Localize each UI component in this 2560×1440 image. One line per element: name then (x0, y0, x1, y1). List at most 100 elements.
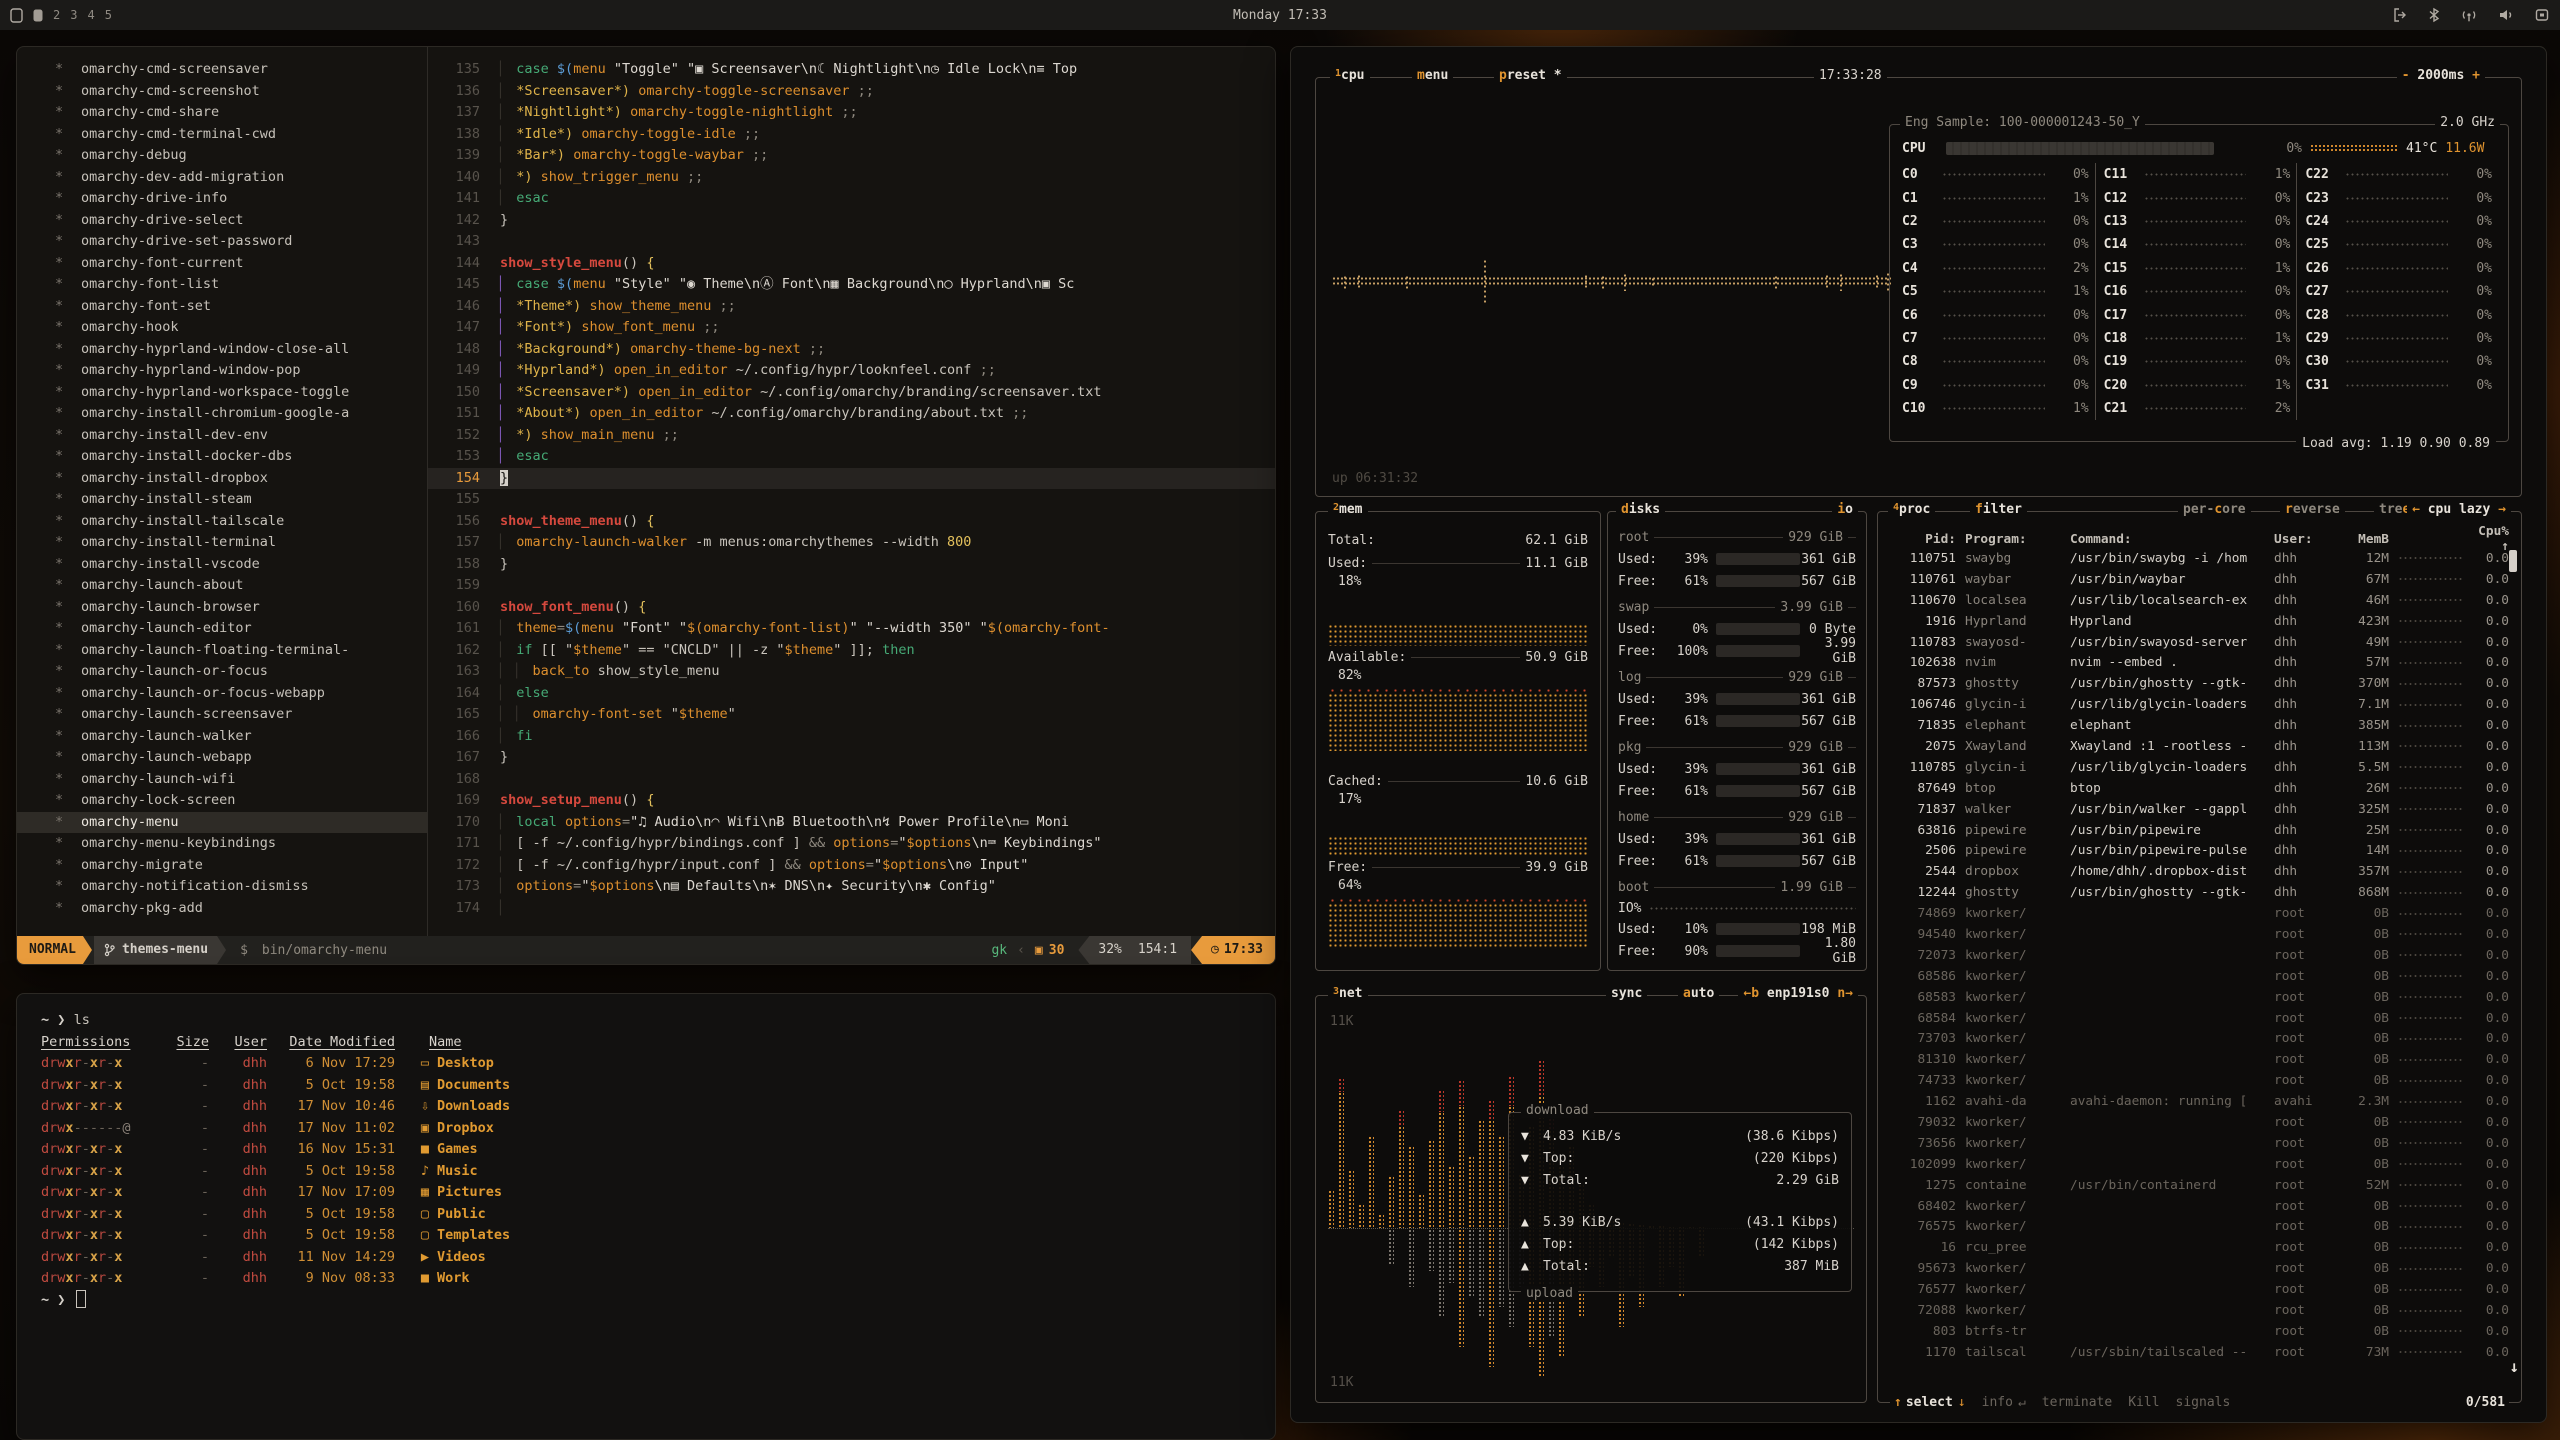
file-item[interactable]: *omarchy-hook (17, 317, 427, 339)
code-line[interactable]: 151▏ *About*) open_in_editor ~/.config/o… (428, 403, 1275, 425)
code-line[interactable]: 158} (428, 554, 1275, 576)
process-row[interactable]: 76577kworker/root0B0.0 (1892, 1279, 2509, 1300)
code-line[interactable]: 171▏ [ -f ~/.config/hypr/bindings.conf ]… (428, 833, 1275, 855)
process-row[interactable]: 1170tailscal/usr/sbin/tailscaled --root7… (1892, 1342, 2509, 1363)
network-icon[interactable] (2460, 7, 2478, 23)
code-line[interactable]: 157▏ omarchy-launch-walker -m menus:omar… (428, 532, 1275, 554)
process-row[interactable]: 74733kworker/root0B0.0 (1892, 1070, 2509, 1091)
proc-key-signals[interactable]: signals (2176, 1395, 2231, 1410)
process-row[interactable]: 73703kworker/root0B0.0 (1892, 1028, 2509, 1049)
code-line[interactable]: 153▏ esac (428, 446, 1275, 468)
process-row[interactable]: 803btrfs-trroot0B0.0 (1892, 1321, 2509, 1342)
file-item[interactable]: *omarchy-launch-editor (17, 618, 427, 640)
folder-name[interactable]: Templates (437, 1225, 510, 1247)
code-line[interactable]: 149▏ *Hyprland*) open_in_editor ~/.confi… (428, 360, 1275, 382)
code-line[interactable]: 163▏ ▏ back_to show_style_menu (428, 661, 1275, 683)
process-row[interactable]: 12244ghostty/usr/bin/ghostty --gtk-dhh86… (1892, 882, 2509, 903)
file-item[interactable]: *omarchy-install-steam (17, 489, 427, 511)
code-line[interactable]: 137▏ *Nightlight*) omarchy-toggle-nightl… (428, 102, 1275, 124)
process-row[interactable]: 87649btopbtopdhh26M0.0 (1892, 778, 2509, 799)
file-item[interactable]: *omarchy-launch-or-focus (17, 661, 427, 683)
process-row[interactable]: 110670localsea/usr/lib/localsearch-exdhh… (1892, 590, 2509, 611)
file-item[interactable]: *omarchy-install-dev-env (17, 425, 427, 447)
process-row[interactable]: 68586kworker/root0B0.0 (1892, 966, 2509, 987)
file-item[interactable]: *omarchy-launch-walker (17, 726, 427, 748)
code-line[interactable]: 138▏ *Idle*) omarchy-toggle-idle ;; (428, 124, 1275, 146)
process-row[interactable]: 2075XwaylandXwayland :1 -rootless -dhh11… (1892, 736, 2509, 757)
file-item[interactable]: *omarchy-launch-about (17, 575, 427, 597)
folder-name[interactable]: Music (437, 1161, 478, 1183)
proc-key-terminate[interactable]: terminate (2042, 1395, 2112, 1410)
file-item[interactable]: *omarchy-hyprland-window-pop (17, 360, 427, 382)
tab-cpu[interactable]: 1cpu (1330, 68, 1370, 83)
folder-name[interactable]: Public (437, 1204, 486, 1226)
file-item[interactable]: *omarchy-menu (17, 812, 427, 834)
process-row[interactable]: 110761waybar/usr/bin/waybardhh67M0.0 (1892, 569, 2509, 590)
file-item[interactable]: *omarchy-hyprland-window-close-all (17, 339, 427, 361)
process-row[interactable]: 102638nvimnvim --embed .dhh57M0.0 (1892, 652, 2509, 673)
process-row[interactable]: 68583kworker/root0B0.0 (1892, 987, 2509, 1008)
file-item[interactable]: *omarchy-hyprland-workspace-toggle (17, 382, 427, 404)
proc-key-select[interactable]: select↓ (1906, 1395, 1966, 1410)
code-line[interactable]: 155 (428, 489, 1275, 511)
refresh-interval[interactable]: - 2000ms + (2397, 68, 2485, 83)
process-row[interactable]: 94540kworker/root0B0.0 (1892, 924, 2509, 945)
process-row[interactable]: 16rcu_preeroot0B0.0 (1892, 1237, 2509, 1258)
file-item[interactable]: *omarchy-install-vscode (17, 554, 427, 576)
file-item[interactable]: *omarchy-cmd-share (17, 102, 427, 124)
folder-name[interactable]: Documents (437, 1075, 510, 1097)
file-item[interactable]: *omarchy-migrate (17, 855, 427, 877)
git-branch-segment[interactable]: themes-menu (94, 936, 226, 964)
code-line[interactable]: 165▏ ▏ omarchy-font-set "$theme" (428, 704, 1275, 726)
battery-icon[interactable] (2534, 7, 2550, 23)
code-line[interactable]: 150▏ *Screensaver*) open_in_editor ~/.co… (428, 382, 1275, 404)
file-item[interactable]: *omarchy-drive-set-password (17, 231, 427, 253)
process-row[interactable]: 106746glycin-i/usr/lib/glycin-loadersdhh… (1892, 694, 2509, 715)
file-item[interactable]: *omarchy-launch-browser (17, 597, 427, 619)
folder-name[interactable]: Downloads (437, 1096, 510, 1118)
process-row[interactable]: 2544dropbox/home/dhh/.dropbox-distdhh357… (1892, 861, 2509, 882)
process-row[interactable]: 110783swayosd-/usr/bin/swayosd-serverdhh… (1892, 632, 2509, 653)
code-line[interactable]: 156show_theme_menu() { (428, 511, 1275, 533)
code-line[interactable]: 143 (428, 231, 1275, 253)
net-sync-button[interactable]: sync (1606, 986, 1647, 1001)
code-line[interactable]: 160show_font_menu() { (428, 597, 1275, 619)
file-item[interactable]: *omarchy-install-docker-dbs (17, 446, 427, 468)
file-item[interactable]: *omarchy-font-list (17, 274, 427, 296)
code-line[interactable]: 141▏ esac (428, 188, 1275, 210)
code-line[interactable]: 147▏ *Font*) show_font_menu ;; (428, 317, 1275, 339)
code-line[interactable]: 173▏ options="$options\n▤ Defaults\n✶ DN… (428, 876, 1275, 898)
file-item[interactable]: *omarchy-cmd-terminal-cwd (17, 124, 427, 146)
code-line[interactable]: 140▏ *) show_trigger_menu ;; (428, 167, 1275, 189)
process-row[interactable]: 72073kworker/root0B0.0 (1892, 945, 2509, 966)
code-line[interactable]: 135▏ case $(menu "Toggle" "▣ Screensaver… (428, 59, 1275, 81)
file-item[interactable]: *omarchy-cmd-screensaver (17, 59, 427, 81)
process-row[interactable]: 68402kworker/root0B0.0 (1892, 1196, 2509, 1217)
process-row[interactable]: 76575kworker/root0B0.0 (1892, 1217, 2509, 1238)
code-line[interactable]: 136▏ *Screensaver*) omarchy-toggle-scree… (428, 81, 1275, 103)
file-item[interactable]: *omarchy-launch-or-focus-webapp (17, 683, 427, 705)
code-line[interactable]: 159 (428, 575, 1275, 597)
process-row[interactable]: 2506pipewire/usr/bin/pipewire-pulsedhh14… (1892, 840, 2509, 861)
process-row[interactable]: 110785glycin-i/usr/lib/glycin-loadersdhh… (1892, 757, 2509, 778)
net-auto-button[interactable]: auto (1678, 986, 1719, 1001)
code-line[interactable]: 142} (428, 210, 1275, 232)
code-line[interactable]: 172▏ [ -f ~/.config/hypr/input.conf ] &&… (428, 855, 1275, 877)
code-line[interactable]: 174▏ (428, 898, 1275, 920)
process-row[interactable]: 110751swaybg/usr/bin/swaybg -i /homdhh12… (1892, 548, 2509, 569)
scroll-down-icon[interactable]: ↓ (2509, 1357, 2519, 1376)
code-line[interactable]: 161▏ theme=$(menu "Font" "$(omarchy-font… (428, 618, 1275, 640)
process-row[interactable]: 87573ghostty/usr/bin/ghostty --gtk-dhh37… (1892, 673, 2509, 694)
logout-icon[interactable] (2392, 7, 2408, 23)
file-item[interactable]: *omarchy-install-terminal (17, 532, 427, 554)
process-row[interactable]: 71835elephantelephantdhh385M0.0 (1892, 715, 2509, 736)
proc-key-Kill[interactable]: Kill (2128, 1395, 2159, 1410)
file-item[interactable]: *omarchy-debug (17, 145, 427, 167)
code-line[interactable]: 168 (428, 769, 1275, 791)
file-item[interactable]: *omarchy-font-set (17, 296, 427, 318)
prompt-input-line[interactable]: ~ ❯ (41, 1290, 1275, 1312)
process-row[interactable]: 102099kworker/root0B0.0 (1892, 1154, 2509, 1175)
folder-name[interactable]: Dropbox (437, 1118, 494, 1140)
folder-name[interactable]: Pictures (437, 1182, 502, 1204)
file-item[interactable]: *omarchy-launch-floating-terminal- (17, 640, 427, 662)
